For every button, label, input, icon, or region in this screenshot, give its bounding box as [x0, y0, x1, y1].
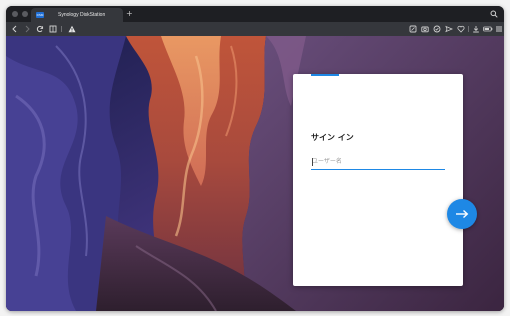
heart-icon[interactable]	[457, 25, 465, 33]
browser-window: DSM Synology DiskStation + サイン イン ユーザー名	[6, 6, 504, 311]
page-viewport: サイン イン	[6, 36, 504, 311]
menu-icon[interactable]	[495, 25, 503, 33]
browser-toolbar	[6, 22, 504, 36]
toolbar-separator	[61, 26, 62, 32]
back-icon[interactable]	[11, 25, 19, 33]
next-button[interactable]	[447, 199, 477, 229]
synology-favicon-icon: DSM	[36, 12, 44, 18]
camera-icon[interactable]	[421, 25, 429, 33]
tab-synology[interactable]: DSM Synology DiskStation	[31, 8, 123, 22]
new-tab-button[interactable]: +	[126, 10, 133, 18]
forward-icon[interactable]	[23, 25, 31, 33]
arrow-right-icon	[456, 209, 469, 219]
sign-in-title: サイン イン	[311, 133, 354, 142]
close-window-button[interactable]	[12, 11, 18, 17]
favicon-label: DSM	[36, 13, 44, 17]
tab-bar: DSM Synology DiskStation +	[6, 6, 504, 22]
toolbar-separator	[468, 26, 469, 32]
login-card: サイン イン	[293, 74, 463, 286]
tab-title: Synology DiskStation	[58, 12, 106, 18]
text-caret	[312, 158, 313, 166]
battery-icon[interactable]	[483, 25, 493, 33]
search-tabs-icon[interactable]	[490, 10, 498, 18]
username-input[interactable]	[311, 154, 445, 170]
wallet-icon[interactable]	[433, 25, 441, 33]
card-accent-bar	[311, 74, 339, 76]
reload-icon[interactable]	[36, 25, 44, 33]
screenshot-icon[interactable]	[409, 25, 417, 33]
download-icon[interactable]	[472, 25, 480, 33]
send-icon[interactable]	[445, 25, 453, 33]
extensions-icon[interactable]	[49, 25, 57, 33]
minimize-window-button[interactable]	[22, 11, 28, 17]
warning-icon[interactable]	[68, 25, 76, 33]
